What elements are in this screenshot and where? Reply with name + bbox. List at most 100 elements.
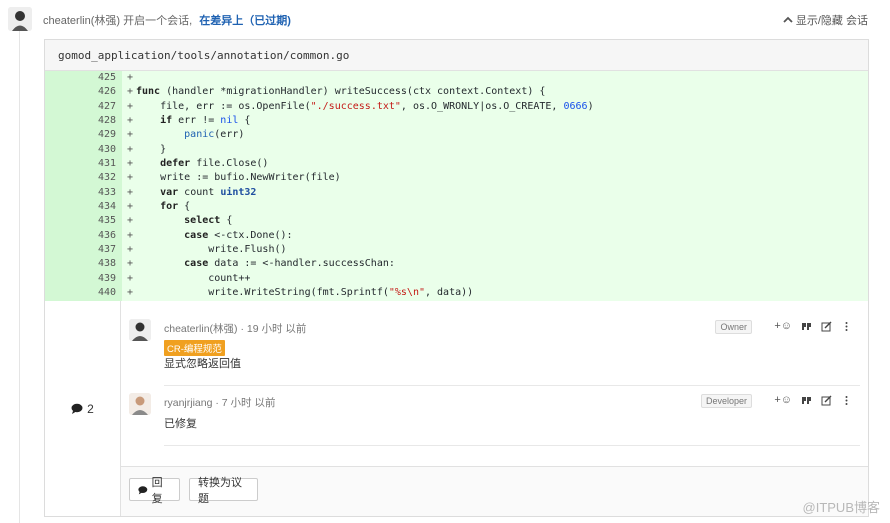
note-meta: cheaterlin(林强) · 19 小时 以前 xyxy=(164,321,306,336)
code-text: var count uint32 xyxy=(136,186,256,200)
role-badge: Developer xyxy=(700,394,752,408)
code-line: 438 + case data := <-handler.successChan: xyxy=(45,257,868,272)
line-number[interactable]: 439 xyxy=(83,271,122,287)
header-text: cheaterlin(林强) 开启一个会话, 在差异上（已过期) xyxy=(43,12,291,28)
role-badge: Owner xyxy=(715,320,752,334)
notes-list: cheaterlin(林强) · 19 小时 以前 Owner +☺ CR-编程… xyxy=(121,301,868,516)
reply-label: 回复 xyxy=(151,476,163,505)
code-line: 426 + func (handler *migrationHandler) wri… xyxy=(45,85,868,100)
line-number-old[interactable] xyxy=(45,286,83,301)
discussion-header: cheaterlin(林强) 开启一个会话, 在差异上（已过期) 显示/隐藏 会… xyxy=(0,0,890,36)
code-line: 431 + defer file.Close() xyxy=(45,157,868,172)
divider xyxy=(164,445,860,446)
line-number-old[interactable] xyxy=(45,85,83,100)
line-number-old[interactable] xyxy=(45,243,83,258)
line-number-old[interactable] xyxy=(45,200,83,215)
code-string: "./success.txt" xyxy=(310,100,401,112)
line-number[interactable]: 436 xyxy=(83,228,122,244)
avatar[interactable] xyxy=(8,7,32,31)
diff-sign: + xyxy=(126,100,134,112)
code-segment: { xyxy=(220,215,233,227)
avatar[interactable] xyxy=(129,393,151,415)
note-body: 已修复 xyxy=(164,418,197,430)
header-action: 开启一个会话, xyxy=(123,15,193,27)
line-number[interactable]: 426 xyxy=(83,85,122,100)
code-segment: , os.O_WRONLY|os.O_CREATE, xyxy=(400,100,564,112)
note-time: · 7 小时 以前 xyxy=(215,397,276,409)
line-number-old[interactable] xyxy=(45,99,83,115)
code-line: 439 + count++ xyxy=(45,271,868,287)
diff-sign: + xyxy=(126,72,134,83)
diff-sign: + xyxy=(126,272,134,284)
line-number[interactable]: 430 xyxy=(83,142,122,158)
diff-link[interactable]: 在差异上（已过期) xyxy=(199,15,291,27)
diff-sign: + xyxy=(126,172,134,184)
line-number-old[interactable] xyxy=(45,128,83,143)
code-line: 433 + var count uint32 xyxy=(45,185,868,201)
line-number-old[interactable] xyxy=(45,271,83,287)
line-number[interactable]: 429 xyxy=(83,128,122,143)
edit-icon[interactable] xyxy=(821,321,832,332)
line-number-old[interactable] xyxy=(45,114,83,129)
line-number-old[interactable] xyxy=(45,257,83,272)
diff-sign: + xyxy=(126,158,134,170)
line-number[interactable]: 427 xyxy=(83,99,122,115)
code-text: if err != nil { xyxy=(136,114,250,128)
code-segment: write.WriteString(fmt.Sprintf( xyxy=(136,287,389,299)
code-text: panic(err) xyxy=(136,128,244,142)
line-number[interactable]: 425 xyxy=(83,71,122,86)
diff-sign: + xyxy=(126,258,134,270)
line-number[interactable]: 431 xyxy=(83,157,122,172)
comment-icon xyxy=(71,403,83,414)
toggle-discussion-button[interactable]: 显示/隐藏 会话 xyxy=(783,12,868,28)
line-number-old[interactable] xyxy=(45,171,83,186)
code-block: 425 + 426 + func (handler *migrationHandler… xyxy=(45,71,868,301)
line-number[interactable]: 435 xyxy=(83,214,122,229)
code-text: write.Flush() xyxy=(136,244,287,256)
line-number-old[interactable] xyxy=(45,71,83,86)
note-meta: ryanjrjiang · 7 小时 以前 xyxy=(164,395,275,410)
code-keyword: select xyxy=(136,215,221,227)
add-reaction-button[interactable]: +☺ xyxy=(774,394,792,406)
line-number[interactable]: 438 xyxy=(83,257,122,272)
convert-to-issue-button[interactable]: 转换为议题 xyxy=(189,477,258,505)
toggle-label: 显示/隐藏 会话 xyxy=(795,15,868,27)
code-keyword: case xyxy=(136,258,209,270)
comment-count[interactable]: 2 xyxy=(45,301,121,516)
diff-sign: + xyxy=(126,115,134,127)
line-number[interactable]: 437 xyxy=(83,243,122,258)
line-number[interactable]: 432 xyxy=(83,171,122,186)
note-body: 显式忽略返回值 xyxy=(164,358,241,370)
line-number-old[interactable] xyxy=(45,142,83,158)
code-line: 437 + write.Flush() xyxy=(45,243,868,258)
line-number-old[interactable] xyxy=(45,228,83,244)
code-segment: , data)) xyxy=(425,287,474,299)
code-keyword: func xyxy=(136,86,161,98)
line-number[interactable]: 433 xyxy=(83,185,122,201)
file-path: gomod_application/tools/annotation/commo… xyxy=(45,40,868,71)
diff-sign: + xyxy=(126,229,134,241)
more-icon[interactable] xyxy=(841,321,852,332)
line-number[interactable]: 440 xyxy=(83,286,122,301)
avatar[interactable] xyxy=(129,319,151,341)
more-icon[interactable] xyxy=(841,395,852,406)
line-number-old[interactable] xyxy=(45,157,83,172)
note-author[interactable]: cheaterlin(林强) xyxy=(164,323,238,335)
code-line: 432 + write := bufio.NewWriter(file) xyxy=(45,171,868,186)
code-segment: data := <-handler.successChan: xyxy=(208,258,395,270)
line-number-old[interactable] xyxy=(45,214,83,229)
line-number[interactable]: 434 xyxy=(83,200,122,215)
edit-icon[interactable] xyxy=(821,395,832,406)
line-number-old[interactable] xyxy=(45,185,83,201)
code-number: 0666 xyxy=(563,100,588,112)
header-user[interactable]: cheaterlin(林强) xyxy=(43,15,120,27)
line-number[interactable]: 428 xyxy=(83,114,122,129)
label-tag[interactable]: CR-编程规范 xyxy=(164,340,225,356)
note-author[interactable]: ryanjrjiang xyxy=(164,397,212,409)
code-nil: nil xyxy=(220,115,239,127)
quote-icon[interactable] xyxy=(801,321,812,332)
reply-button[interactable]: 回复 xyxy=(129,477,180,505)
add-reaction-button[interactable]: +☺ xyxy=(774,320,792,332)
diff-sign: + xyxy=(126,215,134,227)
quote-icon[interactable] xyxy=(801,395,812,406)
